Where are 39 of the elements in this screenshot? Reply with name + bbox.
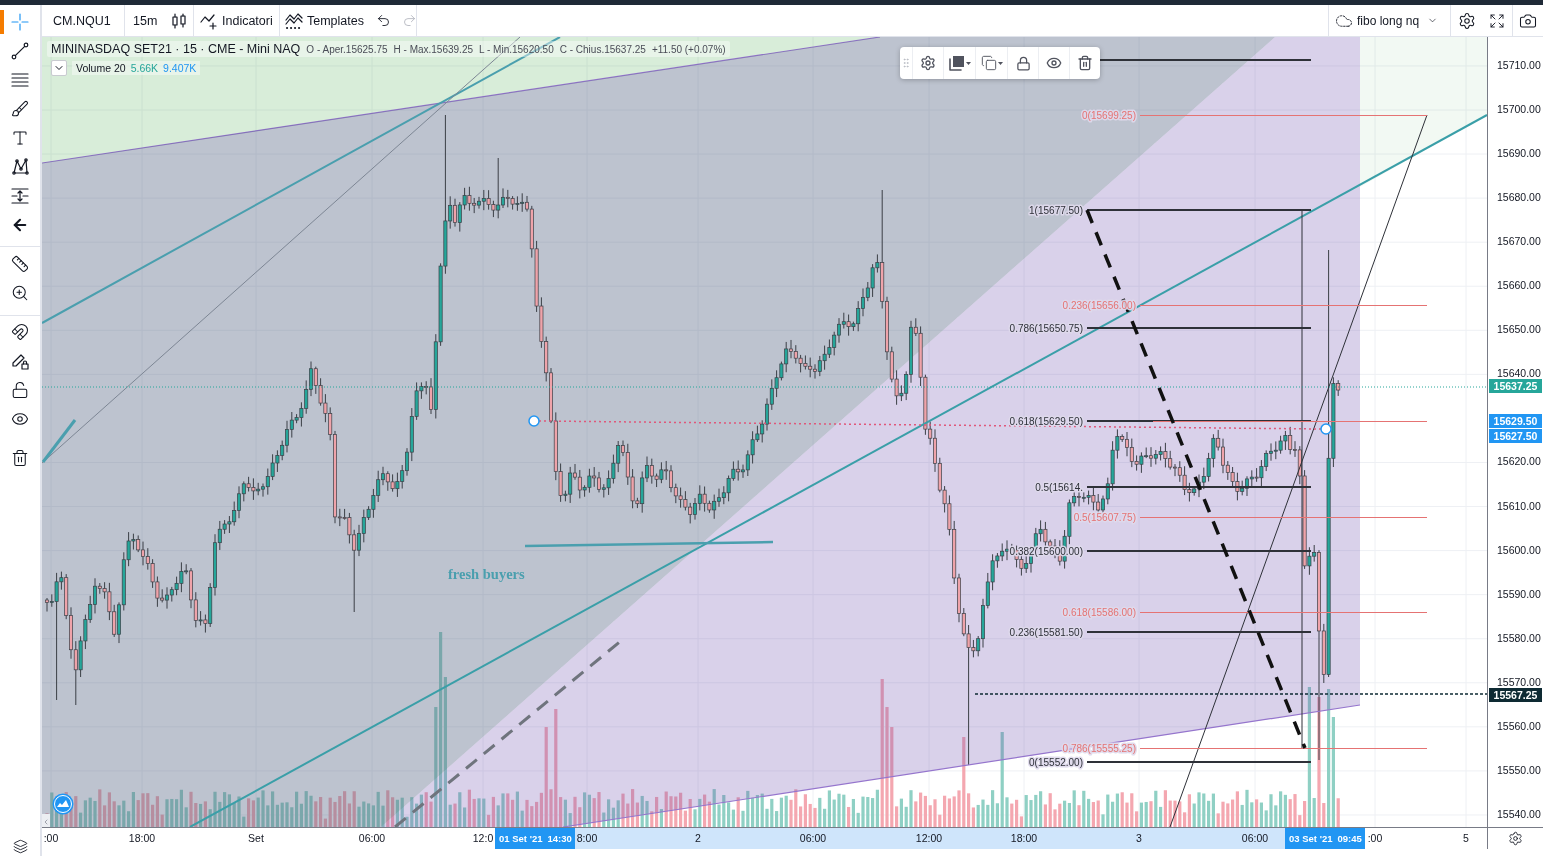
price-label: 15680.00 (1497, 192, 1541, 203)
marker-time: 14:30 (547, 833, 572, 844)
time-label: 18:00 (1010, 831, 1038, 846)
price-label: 15580.00 (1497, 632, 1541, 643)
price-label: 15650.00 (1497, 324, 1541, 335)
price-label: 15600.00 (1497, 544, 1541, 555)
price-label: 15640.00 (1497, 368, 1541, 379)
price-label: 15590.00 (1497, 588, 1541, 599)
time-label: 06:00 (358, 831, 386, 846)
marker-date: 03 Set '21 (1289, 833, 1333, 844)
time-label: 5 (1463, 831, 1469, 846)
price-label: 15660.00 (1497, 280, 1541, 291)
price-label: 15690.00 (1497, 148, 1541, 159)
time-label: Set (248, 831, 264, 846)
price-label: 15710.00 (1497, 59, 1541, 70)
time-label: 06:00 (799, 831, 827, 846)
price-label: 15700.00 (1497, 104, 1541, 114)
time-label: :00 (1367, 831, 1383, 846)
price-label: 15610.00 (1497, 500, 1541, 511)
price-label: 15550.00 (1497, 764, 1541, 775)
price-tag: 15567.25 (1489, 687, 1542, 702)
time-label: :00 (43, 831, 59, 846)
time-label: 18:00 (128, 831, 156, 846)
price-label: 15560.00 (1497, 720, 1541, 731)
marker-date: 01 Set '21 (499, 833, 543, 844)
price-label: 15670.00 (1497, 236, 1541, 247)
price-tag: 15627.50 (1489, 428, 1542, 443)
time-label: 12:00 (915, 831, 943, 846)
time-label: 3 (1136, 831, 1142, 846)
price-tag: 15637.25 (1489, 379, 1542, 394)
price-label: 15570.00 (1497, 676, 1541, 687)
price-tag: 15629.50 (1489, 413, 1542, 428)
time-label: 06:00 (1241, 831, 1269, 846)
time-label: 2 (695, 831, 701, 846)
marker-time: 09:45 (1337, 833, 1362, 844)
time-label: 12:0 (472, 831, 494, 846)
price-label: 15540.00 (1497, 808, 1541, 819)
time-label: 8:00 (576, 831, 598, 846)
price-label: 15620.00 (1497, 456, 1541, 467)
